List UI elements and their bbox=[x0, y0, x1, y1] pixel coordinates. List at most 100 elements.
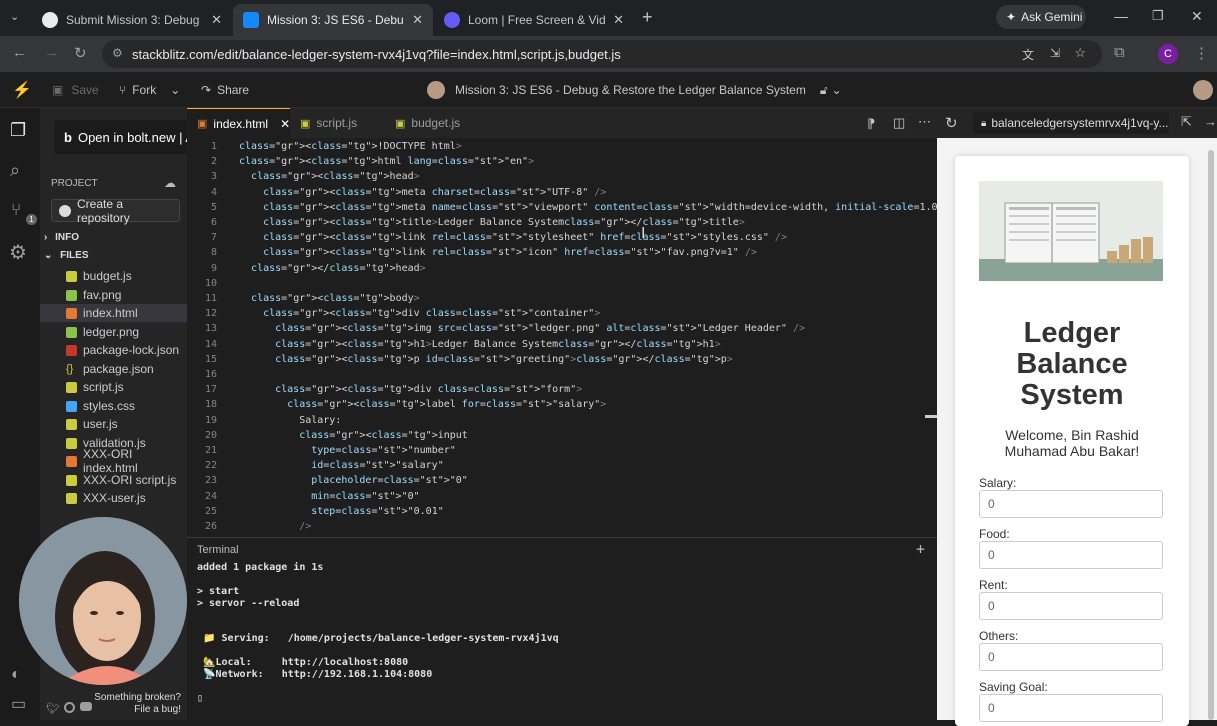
forward-icon[interactable]: → bbox=[44, 44, 59, 61]
back-icon[interactable]: ← bbox=[12, 44, 27, 61]
webcam-bubble[interactable] bbox=[19, 517, 187, 685]
close-icon[interactable]: ✕ bbox=[613, 12, 624, 28]
file-item-fav-png[interactable]: fav.png bbox=[40, 286, 187, 304]
stackblitz-logo-icon[interactable]: ⚡ bbox=[12, 80, 32, 100]
file-item-script-js[interactable]: script.js bbox=[40, 378, 187, 396]
source-control-icon[interactable]: ⑂ bbox=[11, 200, 21, 220]
maximize-icon[interactable]: ❐ bbox=[1152, 8, 1164, 24]
file-item-xxx-ori-script-js[interactable]: XXX-ORI script.js bbox=[40, 471, 187, 489]
files-section-header[interactable]: ⌄ FILES bbox=[44, 250, 89, 261]
close-icon[interactable]: ✕ bbox=[211, 12, 222, 28]
chevron-down-icon[interactable]: ⌄ bbox=[832, 83, 842, 97]
window-close-icon[interactable]: ✕ bbox=[1191, 8, 1203, 25]
tab-script-js[interactable]: ▣ script.js bbox=[290, 108, 385, 138]
file-item-budget-js[interactable]: budget.js bbox=[40, 267, 187, 285]
browser-tab-mission[interactable]: Mission 3: JS ES6 - Debug & Re ✕ bbox=[233, 4, 433, 36]
ledger-header-image bbox=[979, 181, 1163, 281]
reload-preview-icon[interactable]: ↻ bbox=[945, 114, 958, 132]
tab-label: script.js bbox=[316, 116, 358, 130]
open-new-window-icon[interactable]: ⇱ bbox=[1181, 114, 1192, 130]
lock-icon[interactable]: 🔓︎ bbox=[820, 83, 828, 98]
translate-icon[interactable]: 文 bbox=[1022, 46, 1034, 63]
js-file-icon: ▣ bbox=[395, 117, 406, 130]
theme-toggle-icon[interactable]: ◐ bbox=[11, 666, 21, 684]
preview-url-field[interactable]: 🔒︎ balanceledgersystemrvx4j1vq-y... bbox=[973, 112, 1169, 134]
tab-search-icon[interactable]: ⌄ bbox=[10, 10, 19, 23]
ask-gemini-button[interactable]: ✦ Ask Gemini bbox=[996, 5, 1086, 29]
file-item-xxx-user-js[interactable]: XXX-user.js bbox=[40, 489, 187, 507]
chrome-menu-icon[interactable]: ⋮ bbox=[1194, 44, 1209, 62]
new-tab-button[interactable]: + bbox=[642, 7, 653, 28]
file-item-user-js[interactable]: user.js bbox=[40, 415, 187, 433]
url-field[interactable]: ⚙ stackblitz.com/edit/balance-ledger-sys… bbox=[102, 40, 1102, 68]
settings-gear-icon[interactable]: ⚙ bbox=[9, 240, 27, 265]
file-bug-link[interactable]: File a bug! bbox=[134, 704, 181, 715]
create-repository-button[interactable]: Create a repository bbox=[51, 197, 180, 225]
tab-budget-js[interactable]: ▣ budget.js bbox=[385, 108, 485, 138]
profile-avatar[interactable]: C bbox=[1158, 44, 1178, 64]
file-item-package-lock-json[interactable]: package-lock.json bbox=[40, 341, 187, 359]
saving-goal-placeholder: 0 bbox=[988, 701, 995, 715]
browser-tab-strip: ⌄ Submit Mission 3: Debug & Re ✕ Mission… bbox=[0, 0, 1217, 36]
presenter-face-image bbox=[19, 517, 187, 685]
saving-goal-label: Saving Goal: bbox=[979, 680, 1048, 694]
info-section-header[interactable]: › INFO bbox=[44, 232, 79, 243]
chevron-down-icon: ⌄ bbox=[44, 250, 53, 261]
terminal-title: Terminal bbox=[197, 544, 239, 556]
browser-tab-submit[interactable]: Submit Mission 3: Debug & Re ✕ bbox=[32, 4, 232, 36]
more-actions-icon[interactable]: ⋯ bbox=[918, 114, 931, 130]
add-terminal-icon[interactable]: + bbox=[916, 540, 925, 558]
site-info-icon[interactable]: ⚙ bbox=[112, 46, 123, 60]
user-avatar[interactable] bbox=[1193, 80, 1213, 100]
terminal-panel[interactable]: Terminal + added 1 package in 1s > start >… bbox=[187, 537, 937, 720]
close-icon[interactable]: ✕ bbox=[412, 12, 423, 28]
bolt-banner[interactable]: b Open in bolt.new | A bbox=[54, 120, 187, 154]
html-file-icon bbox=[66, 455, 77, 467]
fork-button[interactable]: ⑂ Fork ⌄ bbox=[119, 83, 180, 97]
split-editor-icon[interactable]: ◫ bbox=[893, 115, 905, 131]
file-item-ledger-png[interactable]: ledger.png bbox=[40, 323, 187, 341]
stackblitz-icon bbox=[243, 12, 259, 28]
preview-scrollbar[interactable] bbox=[1208, 138, 1214, 720]
project-title-bar[interactable]: Mission 3: JS ES6 - Debug & Restore the … bbox=[427, 81, 842, 99]
file-item-styles-css[interactable]: styles.css bbox=[40, 397, 187, 415]
share-button[interactable]: ↷ Share bbox=[201, 83, 249, 97]
github-footer-icon[interactable] bbox=[64, 702, 75, 713]
format-code-icon[interactable]: ⁋ bbox=[867, 116, 875, 132]
saving-goal-input[interactable]: 0 bbox=[979, 694, 1163, 722]
discord-icon[interactable] bbox=[80, 702, 92, 711]
scrollbar-thumb[interactable] bbox=[1208, 150, 1214, 720]
terminal-line: 📁 Serving: /home/projects/balance-ledger… bbox=[197, 633, 559, 644]
salary-input[interactable]: 0 bbox=[979, 490, 1163, 518]
code-line: class="gr"><class="tg">body> bbox=[251, 293, 420, 304]
share-label: Share bbox=[217, 83, 250, 97]
twitter-icon[interactable]: 🐦︎ bbox=[46, 702, 60, 715]
file-item-package-json[interactable]: {} package.json bbox=[40, 360, 187, 378]
tab-index-html[interactable]: ▣ index.html ✕ bbox=[187, 108, 290, 138]
save-button[interactable]: ▣ Save bbox=[52, 83, 99, 97]
cloud-download-icon[interactable]: ☁ bbox=[164, 176, 176, 190]
explorer-icon[interactable]: ❐ bbox=[10, 120, 26, 141]
chevron-down-icon[interactable]: ⌄ bbox=[170, 83, 180, 97]
greeting-text: Welcome, Bin Rashid Muhamad Abu Bakar! bbox=[955, 427, 1189, 459]
layout-panel-icon[interactable]: ▭ bbox=[11, 694, 26, 714]
code-editor[interactable]: 1 class="gr"><class="tg">!DOCTYPE html> 2 c… bbox=[187, 138, 962, 536]
code-line: class="gr"><class="tg">h1>Ledger Balance… bbox=[275, 338, 721, 350]
browser-tab-loom[interactable]: Loom | Free Screen & Video Re ✕ bbox=[434, 4, 634, 36]
extensions-icon[interactable]: ⧉ bbox=[1114, 44, 1125, 61]
rent-input[interactable]: 0 bbox=[979, 592, 1163, 620]
ledger-container: Ledger Balance System Welcome, Bin Rashi… bbox=[955, 156, 1189, 726]
close-icon[interactable]: ✕ bbox=[280, 117, 290, 131]
install-icon[interactable]: ⇲ bbox=[1050, 46, 1060, 60]
food-input[interactable]: 0 bbox=[979, 541, 1163, 569]
file-item-xxx-ori-index-html[interactable]: XXX-ORI index.html bbox=[40, 447, 187, 475]
reload-icon[interactable]: ↻ bbox=[74, 44, 87, 62]
file-item-index-html[interactable]: index.html bbox=[40, 304, 187, 322]
collapse-preview-icon[interactable]: → bbox=[1204, 114, 1217, 129]
bookmark-star-icon[interactable]: ☆ bbox=[1074, 45, 1086, 61]
pane-resize-handle[interactable] bbox=[925, 415, 937, 418]
minimize-icon[interactable]: — bbox=[1114, 8, 1128, 24]
line-number: 14 bbox=[204, 338, 217, 350]
others-input[interactable]: 0 bbox=[979, 643, 1163, 671]
search-icon[interactable]: ⌕ bbox=[10, 160, 20, 181]
